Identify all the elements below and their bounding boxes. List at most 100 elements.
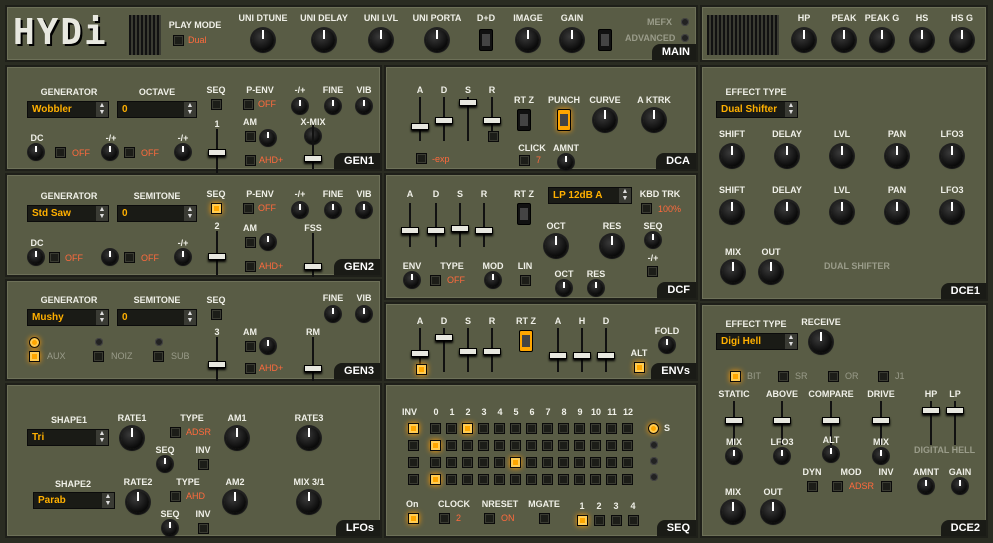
- gen1-seq-button[interactable]: [211, 99, 222, 110]
- advanced-led[interactable]: [681, 34, 689, 42]
- gen1-dc-knob[interactable]: [29, 145, 43, 159]
- hp-knob[interactable]: [793, 29, 815, 51]
- seq-cell[interactable]: [606, 440, 617, 451]
- envs-rtz-switch[interactable]: [519, 330, 533, 352]
- gen1-pm2-knob[interactable]: [103, 145, 117, 159]
- seq-cell[interactable]: [494, 474, 505, 485]
- seq-cell[interactable]: [574, 474, 585, 485]
- gen2-fine-knob[interactable]: [326, 203, 340, 217]
- lfo-seq2-knob[interactable]: [163, 521, 177, 535]
- envs-s-fader[interactable]: [459, 328, 477, 372]
- seq-cell[interactable]: [462, 423, 473, 434]
- gain-knob[interactable]: [561, 29, 583, 51]
- seq-cell[interactable]: [542, 457, 553, 468]
- gen1-penv-button[interactable]: [243, 99, 254, 110]
- gen1-pm3-knob[interactable]: [176, 145, 190, 159]
- envs-d-fader[interactable]: [435, 328, 453, 372]
- gen2-pm2-knob[interactable]: [176, 250, 190, 264]
- seq-cell[interactable]: [446, 457, 457, 468]
- image-knob[interactable]: [517, 29, 539, 51]
- dcf-seq-knob[interactable]: [646, 233, 660, 247]
- output-switch[interactable]: [598, 29, 612, 51]
- dca-curve-knob[interactable]: [594, 109, 616, 131]
- seq-on-button[interactable]: [408, 513, 419, 524]
- dcf-pm-button[interactable]: [647, 266, 658, 277]
- seq-cell[interactable]: [622, 440, 633, 451]
- dca-amnt-knob[interactable]: [559, 155, 573, 169]
- seq-cell[interactable]: [462, 474, 473, 485]
- seq-cell[interactable]: [526, 440, 537, 451]
- uni-dtune-knob[interactable]: [252, 29, 274, 51]
- gen1-fine-knob[interactable]: [326, 99, 340, 113]
- gen2-seq-button[interactable]: [211, 203, 222, 214]
- seq-cell[interactable]: [462, 457, 473, 468]
- gen3-vib-knob[interactable]: [357, 307, 371, 321]
- dce2-sr-button[interactable]: [778, 371, 789, 382]
- seq-cell[interactable]: [408, 474, 419, 485]
- seq-cell[interactable]: [574, 423, 585, 434]
- play-mode-button[interactable]: [173, 35, 184, 46]
- gen3-aux-button[interactable]: [29, 351, 40, 362]
- seq-cell[interactable]: [510, 457, 521, 468]
- dcf-rtz-switch[interactable]: [517, 203, 531, 225]
- dca-rtz-switch[interactable]: [517, 109, 531, 131]
- seq-cell[interactable]: [606, 423, 617, 434]
- lfo-rate2-knob[interactable]: [127, 491, 149, 513]
- seq-page-button[interactable]: [611, 515, 622, 526]
- dce1-delay-knob[interactable]: [776, 145, 798, 167]
- seq-cell[interactable]: [622, 457, 633, 468]
- seq-cell[interactable]: [526, 423, 537, 434]
- dce2-mod-button[interactable]: [832, 481, 843, 492]
- dce2-receive-knob[interactable]: [810, 331, 832, 353]
- seq-cell[interactable]: [606, 474, 617, 485]
- gen3-am-button[interactable]: [245, 341, 256, 352]
- dce2-or-button[interactable]: [828, 371, 839, 382]
- dce2-alt-knob[interactable]: [824, 447, 838, 461]
- seq-cell[interactable]: [462, 440, 473, 451]
- gen3-noiz-button[interactable]: [93, 351, 104, 362]
- seq-cell[interactable]: [478, 440, 489, 451]
- seq-cell[interactable]: [526, 457, 537, 468]
- dce2-out-knob[interactable]: [762, 501, 784, 523]
- dcf-a-fader[interactable]: [401, 203, 419, 247]
- seq-cell[interactable]: [408, 440, 419, 451]
- seq-s-led[interactable]: [648, 423, 659, 434]
- dce2-lfo3-knob[interactable]: [775, 449, 789, 463]
- seq-cell[interactable]: [510, 440, 521, 451]
- seq-led-3[interactable]: [650, 457, 658, 465]
- dcf-oct-knob[interactable]: [545, 235, 567, 257]
- gen3-am-knob[interactable]: [261, 339, 275, 353]
- dce2-mix2-knob[interactable]: [874, 449, 888, 463]
- seq-led-2[interactable]: [650, 441, 658, 449]
- seq-cell[interactable]: [542, 423, 553, 434]
- envs-alt-button[interactable]: [634, 362, 645, 373]
- seq-cell[interactable]: [478, 474, 489, 485]
- dce2-hp-fader[interactable]: [922, 401, 940, 445]
- gen2-off2-button[interactable]: [124, 252, 135, 263]
- gen1-am-button[interactable]: [245, 131, 256, 142]
- lfo-seq1-knob[interactable]: [158, 457, 172, 471]
- seq-cell[interactable]: [558, 423, 569, 434]
- gen2-dc-knob[interactable]: [29, 250, 43, 264]
- gen1-ahd-button[interactable]: [245, 155, 256, 166]
- dce1-mix-knob[interactable]: [722, 261, 744, 283]
- gen3-noiz-led[interactable]: [95, 338, 103, 346]
- lfo-am2-knob[interactable]: [224, 491, 246, 513]
- hs-knob[interactable]: [911, 29, 933, 51]
- gen3-seq-button[interactable]: [211, 309, 222, 320]
- seq-cell[interactable]: [494, 440, 505, 451]
- envs-fold-knob[interactable]: [660, 338, 674, 352]
- dcf-d-fader[interactable]: [427, 203, 445, 247]
- seq-cell[interactable]: [590, 423, 601, 434]
- dce1-shift-knob[interactable]: [721, 201, 743, 223]
- seq-nreset-button[interactable]: [484, 513, 495, 524]
- dcf-s-fader[interactable]: [451, 203, 469, 247]
- uni-delay-knob[interactable]: [313, 29, 335, 51]
- seq-cell[interactable]: [494, 457, 505, 468]
- dca-d-fader[interactable]: [435, 97, 453, 141]
- seq-cell[interactable]: [542, 474, 553, 485]
- dce2-lp-fader[interactable]: [946, 401, 964, 445]
- envs-env1-button[interactable]: [416, 364, 427, 375]
- gen1-vib-knob[interactable]: [357, 99, 371, 113]
- seq-cell[interactable]: [510, 474, 521, 485]
